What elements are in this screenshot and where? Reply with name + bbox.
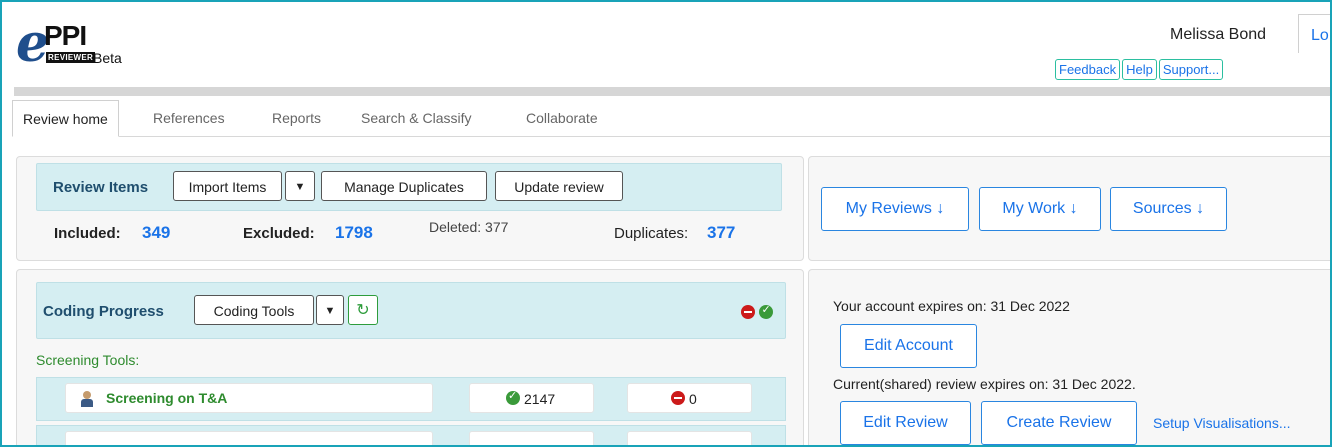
manage-duplicates-button[interactable]: Manage Duplicates (321, 171, 487, 201)
edit-account-button[interactable]: Edit Account (840, 324, 977, 368)
review-items-bar: Review Items Import Items ▼ Manage Dupli… (36, 163, 782, 211)
screening-tools-label: Screening Tools: (36, 352, 140, 368)
sources-button[interactable]: Sources ↓ (1110, 187, 1227, 231)
screening-excluded-cell[interactable]: 0 (627, 383, 752, 413)
account-panel: Your account expires on: 31 Dec 2022 Edi… (808, 269, 1330, 445)
deleted-count-text: Deleted: 377 (429, 219, 509, 235)
logo-reviewer-text: REVIEWER (46, 52, 96, 63)
import-items-dropdown[interactable]: ▼ (285, 171, 315, 201)
tab-search-classify[interactable]: Search & Classify (351, 100, 481, 135)
screening-included-count: 2147 (524, 391, 556, 407)
included-check-icon (506, 389, 520, 405)
logo-beta-label: Beta (93, 50, 122, 66)
coding-tools-dropdown[interactable]: ▼ (316, 295, 344, 325)
screening-excluded-count: 0 (689, 391, 697, 407)
screening-row: Screening on T&A 2147 0 (36, 377, 786, 421)
feedback-link[interactable]: Feedback (1055, 59, 1121, 80)
list-item-cell[interactable] (65, 431, 433, 445)
exclude-status-icon (741, 304, 755, 319)
excluded-count[interactable]: 1798 (335, 223, 373, 243)
coding-progress-bar: Coding Progress Coding Tools ▼ ↻ (36, 282, 786, 339)
tab-reports[interactable]: Reports (262, 100, 331, 135)
create-review-button[interactable]: Create Review (981, 401, 1137, 445)
include-status-icon (759, 303, 774, 319)
duplicates-label: Duplicates: (614, 225, 689, 242)
eppi-reviewer-logo: e PPI REVIEWER Beta (16, 16, 166, 74)
review-items-title: Review Items (53, 179, 149, 196)
nav-buttons-panel: My Reviews ↓ My Work ↓ Sources ↓ (808, 156, 1330, 261)
header-divider-band (14, 87, 1330, 96)
support-link[interactable]: Support... (1158, 59, 1224, 80)
included-label: Included: (54, 225, 121, 242)
logo-ppi-text: PPI (44, 20, 87, 51)
coding-tools-button[interactable]: Coding Tools (194, 295, 314, 325)
tab-collaborate[interactable]: Collaborate (516, 100, 608, 135)
logout-label: Lo (1311, 27, 1329, 44)
list-item-cell[interactable] (627, 431, 752, 445)
header-links: Feedback Help Support... (1055, 59, 1225, 80)
update-review-button[interactable]: Update review (495, 171, 623, 201)
excluded-minus-icon (671, 391, 685, 405)
included-count[interactable]: 349 (142, 223, 170, 243)
user-name: Melissa Bond (1170, 26, 1267, 43)
account-expiry-text: Your account expires on: 31 Dec 2022 (833, 298, 1070, 314)
screening-included-cell[interactable]: 2147 (469, 383, 594, 413)
coding-progress-panel: Coding Progress Coding Tools ▼ ↻ Screeni… (16, 269, 804, 445)
refresh-icon[interactable]: ↻ (348, 295, 378, 325)
import-items-button[interactable]: Import Items (173, 171, 282, 201)
main-tabs: Review home References Reports Search & … (12, 100, 1330, 137)
list-item-cell[interactable] (469, 431, 594, 445)
person-icon (80, 391, 94, 407)
logout-tab[interactable]: Lo (1298, 14, 1330, 53)
my-work-button[interactable]: My Work ↓ (979, 187, 1101, 231)
review-expiry-text: Current(shared) review expires on: 31 De… (833, 376, 1136, 392)
review-items-panel: Review Items Import Items ▼ Manage Dupli… (16, 156, 804, 261)
excluded-label: Excluded: (243, 225, 315, 242)
tab-references[interactable]: References (143, 100, 235, 135)
coding-progress-title: Coding Progress (43, 303, 164, 320)
edit-review-button[interactable]: Edit Review (840, 401, 971, 445)
tab-review-home[interactable]: Review home (12, 100, 119, 137)
coding-status-icons (741, 303, 774, 321)
my-reviews-button[interactable]: My Reviews ↓ (821, 187, 969, 231)
screening-tool-name: Screening on T&A (106, 390, 228, 406)
duplicates-count[interactable]: 377 (707, 223, 735, 243)
list-item (36, 425, 786, 445)
help-link[interactable]: Help (1122, 59, 1157, 80)
screening-tool-cell[interactable]: Screening on T&A (65, 383, 433, 413)
app-frame: e PPI REVIEWER Beta Melissa Bond Lo Feed… (0, 0, 1332, 447)
setup-visualisations-link[interactable]: Setup Visualisations... (1153, 415, 1291, 431)
